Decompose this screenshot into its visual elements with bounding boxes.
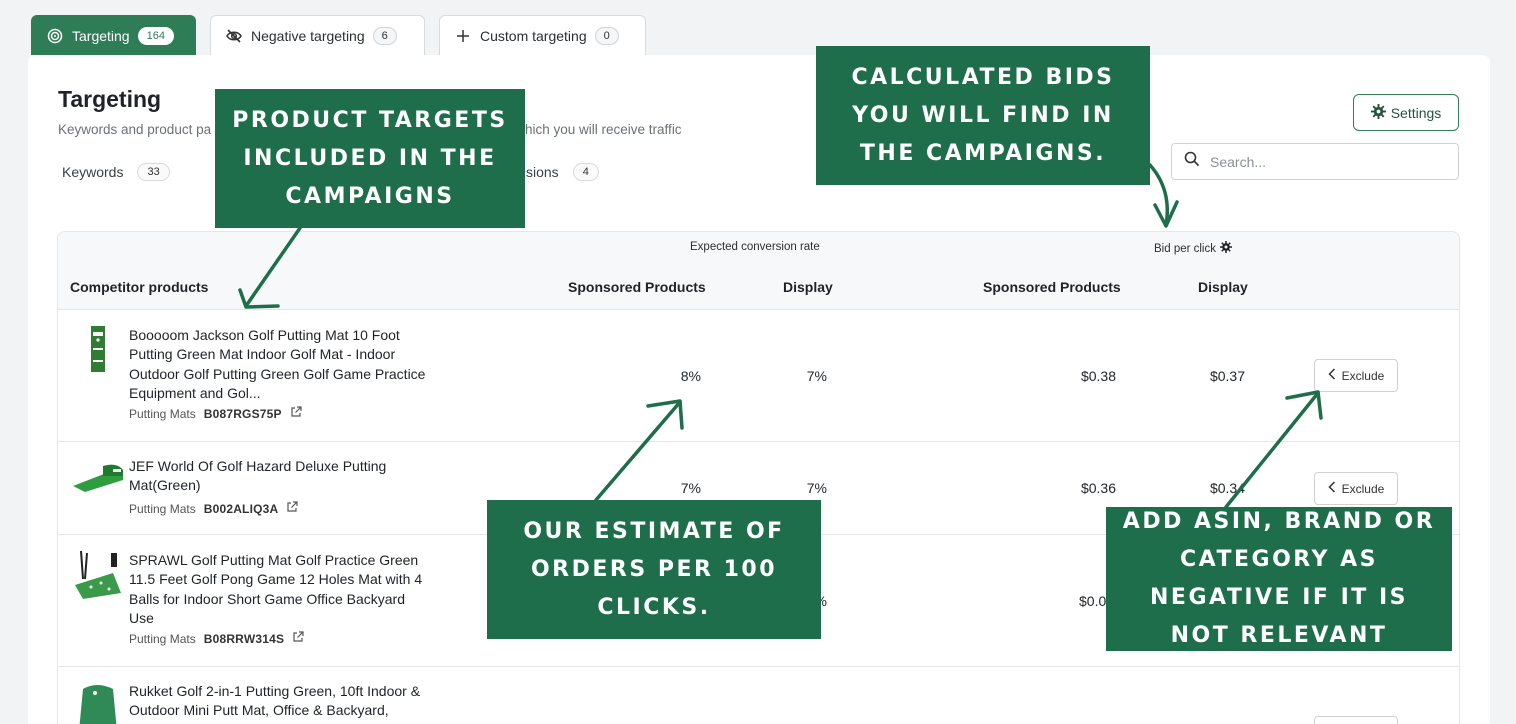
callout-calculated-bids: Calculated bids you will find in the cam… xyxy=(816,46,1150,185)
product-category: Putting Mats xyxy=(129,501,196,516)
subtab-label: sions xyxy=(526,164,559,180)
tab-custom-targeting[interactable]: Custom targeting 0 xyxy=(439,15,646,55)
product-category: Putting Mats xyxy=(129,406,196,421)
group-header-bid: Bid per click xyxy=(1154,241,1232,256)
callout-product-targets: Product targets included in the campaign… xyxy=(215,89,525,228)
tab-label: Custom targeting xyxy=(480,27,587,44)
product-thumbnail xyxy=(73,326,121,374)
col-header-product[interactable]: Competitor products xyxy=(70,279,208,295)
subtab-keywords[interactable]: Keywords 33 xyxy=(62,163,170,181)
product-thumbnail xyxy=(73,458,123,506)
callout-estimate: Our estimate of orders per 100 clicks. xyxy=(487,500,821,639)
chevron-left-icon xyxy=(1328,481,1336,496)
exclude-button[interactable]: Exclude xyxy=(1314,472,1398,505)
product-thumbnail xyxy=(73,683,121,724)
table-header: Expected conversion rate Bid per click C… xyxy=(58,232,1459,310)
sp-bid-value: $0.0 xyxy=(1079,593,1107,609)
product-asin: B087RGS75P xyxy=(203,406,282,421)
tab-negative-targeting[interactable]: Negative targeting 6 xyxy=(210,15,425,55)
sp-conversion-value: 8% xyxy=(680,368,701,384)
table-row: Rukket Golf 2-in-1 Putting Green, 10ft I… xyxy=(58,667,1459,724)
col-header-display-bid[interactable]: Display xyxy=(1198,279,1248,295)
col-header-sp-conversion[interactable]: Sponsored Products xyxy=(568,279,706,295)
display-conversion-value: 7% xyxy=(806,368,827,384)
external-link-icon[interactable] xyxy=(292,631,304,646)
target-icon xyxy=(46,27,64,45)
product-title[interactable]: Rukket Golf 2-in-1 Putting Green, 10ft I… xyxy=(129,682,429,721)
exclude-button[interactable] xyxy=(1314,716,1398,724)
gear-icon xyxy=(1370,103,1386,122)
page-title: Targeting xyxy=(58,86,162,112)
search-icon xyxy=(1184,151,1200,172)
tab-count: 0 xyxy=(594,26,619,45)
subtab-extensions[interactable]: sions 4 xyxy=(526,163,599,181)
col-header-sp-bid[interactable]: Sponsored Products xyxy=(983,279,1121,295)
page-subtitle-continued: hich you will receive traffic xyxy=(525,122,682,137)
group-header-bid-label: Bid per click xyxy=(1154,242,1216,255)
tab-count: 6 xyxy=(372,26,397,45)
eye-off-icon xyxy=(225,27,243,45)
search-box[interactable] xyxy=(1171,143,1459,180)
col-header-display-conversion[interactable]: Display xyxy=(783,279,833,295)
product-meta: Putting Mats B08RRW314S xyxy=(129,631,304,646)
search-input[interactable] xyxy=(1210,153,1430,170)
exclude-label: Exclude xyxy=(1341,368,1385,383)
tab-targeting[interactable]: Targeting 164 xyxy=(31,15,196,55)
external-link-icon[interactable] xyxy=(290,406,302,421)
exclude-label: Exclude xyxy=(1341,481,1385,496)
external-link-icon[interactable] xyxy=(286,501,299,516)
chevron-left-icon xyxy=(1328,368,1336,383)
display-bid-value: $0.37 xyxy=(1209,368,1245,384)
tab-label: Negative targeting xyxy=(251,27,365,44)
group-header-conversion: Expected conversion rate xyxy=(690,241,820,253)
product-title[interactable]: JEF World Of Golf Hazard Deluxe Putting … xyxy=(129,457,429,496)
subtab-count: 4 xyxy=(572,163,599,181)
callout-negative: Add ASIN, brand or category as negative … xyxy=(1106,507,1452,651)
exclude-button[interactable]: Exclude xyxy=(1314,359,1398,392)
sp-bid-value: $0.36 xyxy=(1080,480,1116,496)
sp-bid-value: $0.38 xyxy=(1080,368,1116,384)
subtab-label: Keywords xyxy=(62,164,124,180)
tab-label: Targeting xyxy=(72,27,130,44)
product-thumbnail xyxy=(73,549,121,599)
sp-conversion-value: 7% xyxy=(680,480,701,496)
display-conversion-value: 7% xyxy=(806,480,827,496)
tab-count: 164 xyxy=(137,26,174,45)
plus-icon xyxy=(454,27,472,45)
product-category: Putting Mats xyxy=(129,631,196,646)
product-asin: B002ALIQ3A xyxy=(203,501,279,516)
product-title[interactable]: Booooom Jackson Golf Putting Mat 10 Foot… xyxy=(129,326,429,403)
page-subtitle: Keywords and product pa xyxy=(58,122,212,137)
display-bid-value: $0.34 xyxy=(1209,480,1245,496)
product-asin: B08RRW314S xyxy=(203,631,285,646)
product-title[interactable]: SPRAWL Golf Putting Mat Golf Practice Gr… xyxy=(129,551,429,628)
table-row: Booooom Jackson Golf Putting Mat 10 Foot… xyxy=(58,310,1459,442)
subtab-count: 33 xyxy=(137,163,170,181)
settings-label: Settings xyxy=(1390,104,1442,121)
product-meta: Putting Mats B002ALIQ3A xyxy=(129,501,299,516)
settings-button[interactable]: Settings xyxy=(1353,94,1459,131)
product-meta: Putting Mats B087RGS75P xyxy=(129,406,302,421)
gear-icon[interactable] xyxy=(1220,241,1232,256)
